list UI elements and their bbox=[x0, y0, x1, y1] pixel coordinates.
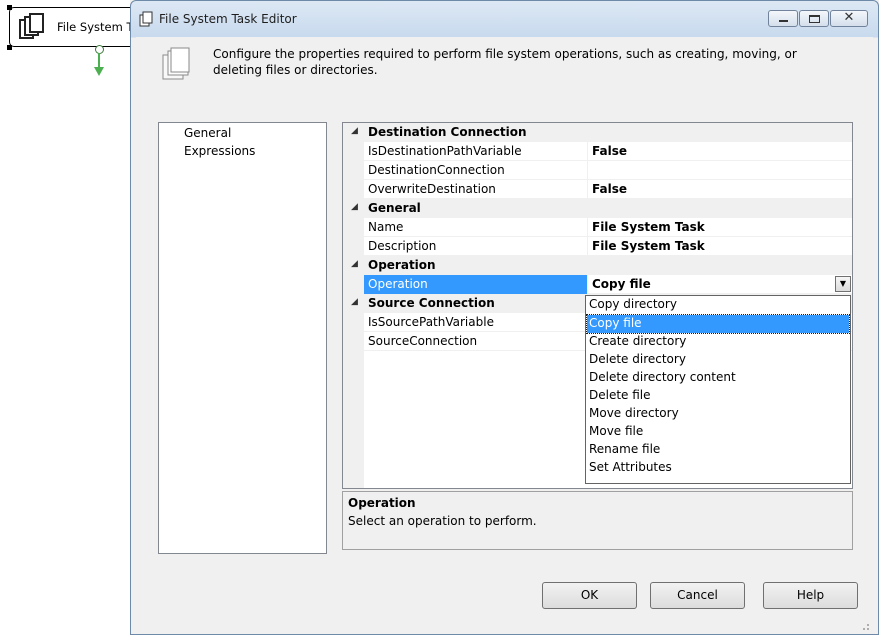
operation-value[interactable]: Copy file bbox=[587, 275, 852, 294]
property-name: Operation bbox=[364, 275, 587, 294]
category-destination-connection[interactable]: ◢ Destination Connection bbox=[343, 123, 852, 142]
property-name: IsSourcePathVariable bbox=[368, 315, 494, 329]
category-label: General bbox=[368, 201, 421, 215]
property-row-operation[interactable]: Operation Copy file ▼ bbox=[343, 275, 852, 294]
selection-handle[interactable] bbox=[7, 5, 12, 10]
maximize-icon bbox=[809, 15, 820, 23]
property-row[interactable]: IsDestinationPathVariable False bbox=[343, 142, 852, 161]
property-name: Description bbox=[368, 239, 437, 253]
category-general[interactable]: ◢ General bbox=[343, 199, 852, 218]
property-row[interactable]: Name File System Task bbox=[343, 218, 852, 237]
collapse-icon[interactable]: ◢ bbox=[351, 202, 358, 212]
nav-item-general[interactable]: General bbox=[184, 126, 231, 140]
file-system-task-shape[interactable]: File System Task bbox=[9, 7, 139, 47]
property-name: OverwriteDestination bbox=[368, 182, 496, 196]
precedence-arrow-icon[interactable] bbox=[94, 67, 104, 76]
maximize-button[interactable] bbox=[799, 10, 829, 27]
task-label: File System Task bbox=[57, 20, 138, 34]
collapse-icon[interactable]: ◢ bbox=[351, 126, 358, 136]
dropdown-option[interactable]: Rename file bbox=[587, 441, 849, 459]
property-row[interactable]: DestinationConnection bbox=[343, 161, 852, 180]
category-label: Source Connection bbox=[368, 296, 495, 310]
dropdown-option[interactable]: Delete directory bbox=[587, 351, 849, 369]
cancel-button[interactable]: Cancel bbox=[650, 582, 745, 609]
dropdown-option[interactable]: Copy directory bbox=[587, 296, 849, 314]
minimize-icon bbox=[779, 20, 788, 22]
dropdown-option[interactable]: Set Attributes bbox=[587, 459, 849, 477]
description-title: Operation bbox=[348, 496, 416, 510]
property-row[interactable]: OverwriteDestination False bbox=[343, 180, 852, 199]
category-label: Operation bbox=[368, 258, 436, 272]
help-button[interactable]: Help bbox=[763, 582, 858, 609]
dropdown-option[interactable]: Move directory bbox=[587, 405, 849, 423]
property-name: SourceConnection bbox=[368, 334, 478, 348]
property-value[interactable]: False bbox=[587, 180, 852, 199]
property-name: Name bbox=[368, 220, 404, 234]
dropdown-option[interactable]: Delete directory content bbox=[587, 369, 849, 387]
file-system-task-editor-window: File System Task Editor ✕ Configure the … bbox=[130, 0, 879, 635]
collapse-icon[interactable]: ◢ bbox=[351, 297, 358, 307]
close-icon: ✕ bbox=[843, 10, 855, 25]
property-name: DestinationConnection bbox=[368, 163, 505, 177]
collapse-icon[interactable]: ◢ bbox=[351, 259, 358, 269]
category-label: Destination Connection bbox=[368, 125, 527, 139]
property-name: IsDestinationPathVariable bbox=[368, 144, 522, 158]
dropdown-option[interactable]: Create directory bbox=[587, 333, 849, 351]
dropdown-option[interactable]: Delete file bbox=[587, 387, 849, 405]
header-description: Configure the properties required to per… bbox=[213, 47, 797, 77]
operation-dropdown-list: Copy directory Copy file Create director… bbox=[585, 295, 851, 484]
description-text: Select an operation to perform. bbox=[348, 514, 537, 528]
window-file-icon bbox=[139, 11, 153, 27]
title-bar[interactable]: File System Task Editor ✕ bbox=[131, 1, 878, 37]
window-title: File System Task Editor bbox=[159, 12, 297, 26]
property-row[interactable]: Description File System Task bbox=[343, 237, 852, 256]
nav-item-expressions[interactable]: Expressions bbox=[184, 144, 255, 158]
property-value[interactable]: False bbox=[587, 142, 852, 161]
selection-handle[interactable] bbox=[7, 45, 12, 50]
dialog-client-area: Configure the properties required to per… bbox=[136, 37, 873, 634]
property-value[interactable]: File System Task bbox=[587, 237, 852, 256]
close-button[interactable]: ✕ bbox=[830, 10, 868, 27]
minimize-button[interactable] bbox=[768, 10, 798, 27]
page-navigation-list: General Expressions bbox=[158, 122, 327, 554]
dropdown-arrow-icon[interactable]: ▼ bbox=[835, 276, 851, 292]
property-value[interactable] bbox=[587, 161, 852, 180]
file-system-task-icon bbox=[19, 13, 44, 39]
resize-grip-icon[interactable] bbox=[860, 621, 870, 631]
dropdown-option-selected[interactable]: Copy file bbox=[586, 314, 850, 334]
file-system-icon bbox=[162, 47, 190, 80]
category-operation[interactable]: ◢ Operation bbox=[343, 256, 852, 275]
property-value[interactable]: File System Task bbox=[587, 218, 852, 237]
property-description-panel: Operation Select an operation to perform… bbox=[342, 491, 853, 550]
dropdown-option[interactable]: Move file bbox=[587, 423, 849, 441]
ok-button[interactable]: OK bbox=[542, 582, 637, 609]
designer-canvas: File System Task bbox=[0, 0, 139, 635]
